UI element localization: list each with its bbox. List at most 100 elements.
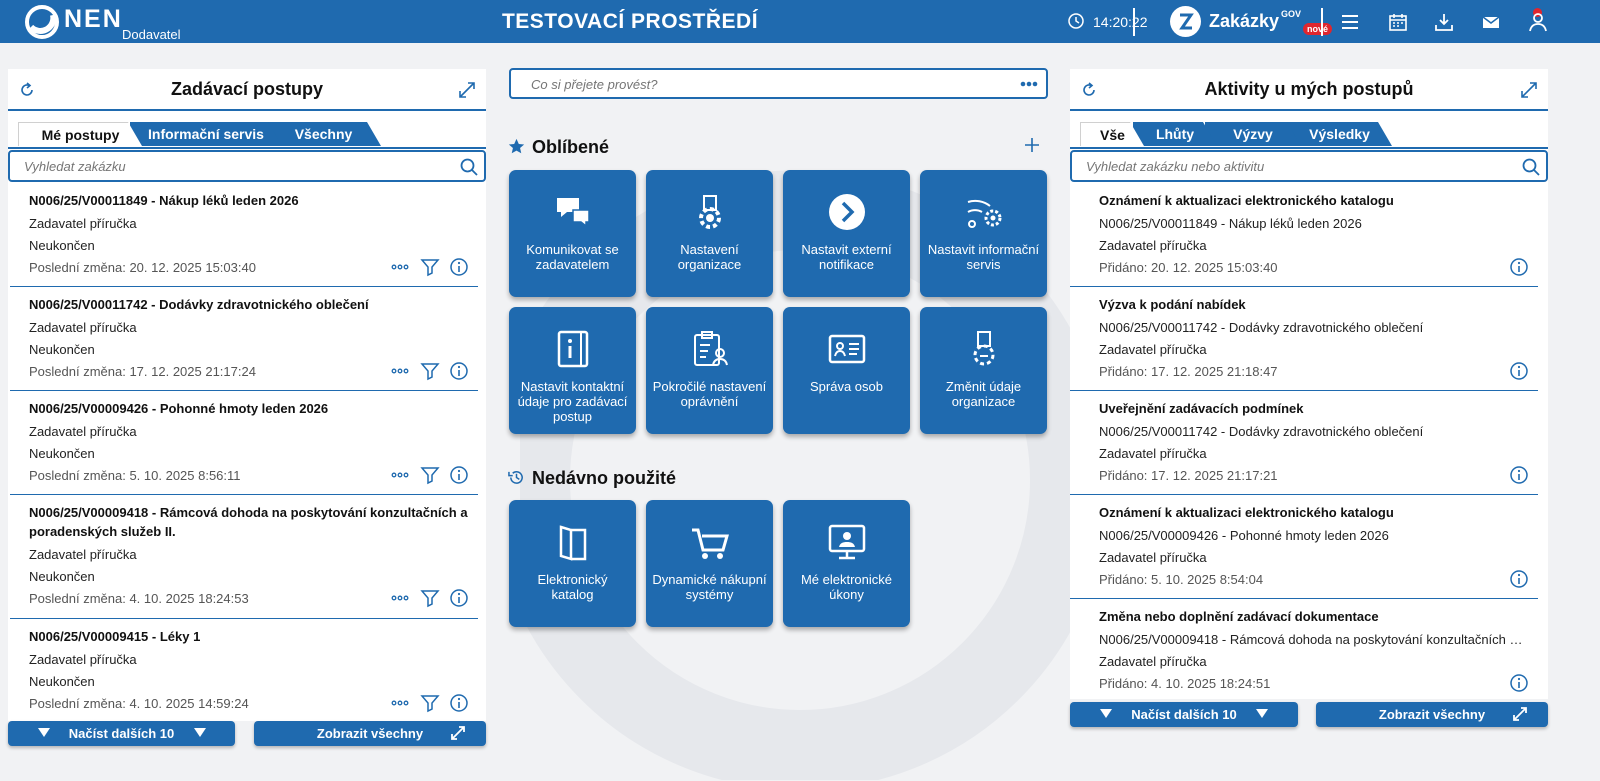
procurement-item[interactable]: N006/25/V00009415 - Léky 1 Zadavatel přír…: [10, 619, 478, 714]
tile-externi-notifikace[interactable]: Nastavit externí notifikace: [783, 170, 910, 297]
search-field[interactable]: [1070, 150, 1548, 182]
search-field[interactable]: [8, 150, 486, 182]
add-icon[interactable]: [1025, 138, 1039, 152]
item-added: Přidáno: 5. 10. 2025 8:54:04: [1099, 572, 1264, 587]
arrow-down-icon: [194, 728, 206, 737]
tile-kontaktni-udaje[interactable]: Nastavit kontaktní údaje pro zadávací po…: [509, 307, 636, 434]
tile-komunikovat[interactable]: Komunikovat se zadavatelem: [509, 170, 636, 297]
item-last-change: Poslední změna: 4. 10. 2025 14:59:24: [29, 696, 249, 711]
tile-me-elektronicke-ukony[interactable]: Mé elektronické úkony: [783, 500, 910, 627]
tile-sprava-osob[interactable]: Správa osob: [783, 307, 910, 434]
filter-icon[interactable]: [420, 465, 440, 485]
tab-vysledky[interactable]: Výsledky: [1287, 122, 1392, 146]
procurement-item[interactable]: N006/25/V00009426 - Pohonné hmoty leden …: [10, 391, 478, 495]
item-organization: Zadavatel příručka: [29, 320, 137, 335]
info-icon[interactable]: [1509, 673, 1529, 693]
clock-icon: [1068, 13, 1084, 29]
tile-dynamicke-nakupni-systemy[interactable]: Dynamické nákupní systémy: [646, 500, 773, 627]
search-input[interactable]: [1086, 159, 1486, 174]
info-icon[interactable]: [449, 361, 469, 381]
calendar-icon[interactable]: [1388, 12, 1408, 32]
filter-icon[interactable]: [420, 257, 440, 277]
expand-icon[interactable]: [1520, 81, 1538, 99]
filter-icon[interactable]: [420, 361, 440, 381]
tab-underline: [8, 147, 486, 149]
info-icon[interactable]: [449, 588, 469, 608]
more-icon[interactable]: [390, 588, 410, 608]
procurement-item[interactable]: N006/25/V00011742 - Dodávky zdravotnické…: [10, 287, 478, 391]
activity-item[interactable]: Výzva k podání nabídek N006/25/V00011742 …: [1070, 287, 1538, 391]
activity-item[interactable]: Uveřejnění zadávacích podmínek N006/25/V0…: [1070, 391, 1538, 495]
procurement-item[interactable]: N006/25/V00009418 - Rámcová dohoda na po…: [10, 495, 478, 619]
tab-vsechny[interactable]: Všechny: [266, 122, 381, 146]
menu-icon[interactable]: [1340, 12, 1360, 32]
more-icon[interactable]: [390, 465, 410, 485]
item-title[interactable]: Oznámení k aktualizaci elektronického ka…: [1099, 191, 1529, 210]
tab-vyzvy[interactable]: Výzvy: [1205, 122, 1301, 146]
tile-label: Nastavit kontaktní údaje pro zadávací po…: [517, 379, 628, 424]
info-icon[interactable]: [1509, 257, 1529, 277]
expand-icon: [1513, 707, 1527, 721]
procurement-item[interactable]: N006/25/V00011849 - Nákup léků leden 202…: [10, 183, 478, 287]
search-input[interactable]: [24, 159, 424, 174]
info-icon[interactable]: [449, 693, 469, 713]
activity-item[interactable]: Oznámení k aktualizaci elektronického ka…: [1070, 183, 1538, 287]
favorites-title: Oblíbené: [532, 137, 610, 157]
load-more-button[interactable]: Načíst dalších 10: [1070, 702, 1298, 727]
activity-item[interactable]: Oznámení k aktualizaci elektronického ka…: [1070, 495, 1538, 599]
tile-informacni-servis[interactable]: Nastavit informační servis: [920, 170, 1047, 297]
show-all-button[interactable]: Zobrazit všechny: [1316, 702, 1548, 727]
info-icon[interactable]: [449, 257, 469, 277]
id-card-icon: [828, 334, 866, 364]
item-title[interactable]: Oznámení k aktualizaci elektronického ka…: [1099, 503, 1529, 522]
item-title[interactable]: Výzva k podání nabídek: [1099, 295, 1529, 314]
mail-icon[interactable]: [1481, 12, 1501, 32]
tab-informacni-servis[interactable]: Informační servis: [130, 122, 282, 146]
command-search[interactable]: [509, 68, 1048, 99]
filter-icon[interactable]: [420, 588, 440, 608]
more-icon[interactable]: [390, 693, 410, 713]
item-title[interactable]: N006/25/V00011742 - Dodávky zdravotnické…: [29, 295, 469, 314]
command-input[interactable]: [531, 77, 991, 92]
user-icon[interactable]: [1528, 12, 1548, 32]
info-icon[interactable]: [1509, 569, 1529, 589]
tile-pokrocile-opravneni[interactable]: Pokročilé nastavení oprávnění: [646, 307, 773, 434]
tab-me-postupy[interactable]: Mé postupy: [18, 122, 142, 146]
zakazky-link[interactable]: Zakázky: [1209, 11, 1279, 32]
filter-icon[interactable]: [420, 693, 440, 713]
item-procedure: N006/25/V00009418 - Rámcová dohoda na po…: [1099, 632, 1529, 647]
tile-nastaveni-organizace[interactable]: Nastavení organizace: [646, 170, 773, 297]
tile-zmenit-udaje[interactable]: Změnit údaje organizace: [920, 307, 1047, 434]
more-icon[interactable]: [1020, 81, 1038, 87]
item-title[interactable]: Změna nebo doplnění zadávací dokumentace: [1099, 607, 1529, 626]
item-title[interactable]: N006/25/V00009415 - Léky 1: [29, 627, 469, 646]
activity-item[interactable]: Změna nebo doplnění zadávací dokumentace…: [1070, 599, 1538, 699]
more-icon[interactable]: [390, 257, 410, 277]
info-icon[interactable]: [449, 465, 469, 485]
search-icon[interactable]: [1522, 158, 1540, 176]
tile-label: Změnit údaje organizace: [945, 379, 1022, 409]
item-status: Neukončen: [29, 238, 95, 253]
divider: [1133, 8, 1135, 36]
search-icon[interactable]: [460, 158, 478, 176]
chevron-circle-icon: [829, 194, 865, 230]
info-icon[interactable]: [1509, 465, 1529, 485]
star-icon: [508, 138, 525, 154]
item-title[interactable]: N006/25/V00009418 - Rámcová dohoda na po…: [29, 503, 469, 541]
load-more-button[interactable]: Načíst dalších 10: [8, 721, 235, 746]
item-title[interactable]: N006/25/V00009426 - Pohonné hmoty leden …: [29, 399, 469, 418]
item-title[interactable]: Uveřejnění zadávacích podmínek: [1099, 399, 1529, 418]
more-icon[interactable]: [390, 361, 410, 381]
show-all-button[interactable]: Zobrazit všechny: [254, 721, 486, 746]
info-book-icon: [557, 330, 589, 368]
info-icon[interactable]: [1509, 361, 1529, 381]
tile-elektronicky-katalog[interactable]: Elektronický katalog: [509, 500, 636, 627]
zakazky-logo-icon[interactable]: [1170, 6, 1201, 37]
item-organization: Zadavatel příručka: [1099, 446, 1207, 461]
tab-lhuty[interactable]: Lhůty: [1133, 122, 1217, 146]
expand-icon[interactable]: [458, 81, 476, 99]
history-icon: [508, 471, 523, 484]
download-icon[interactable]: [1434, 12, 1454, 32]
recent-title: Nedávno použité: [532, 468, 677, 488]
item-title[interactable]: N006/25/V00011849 - Nákup léků leden 202…: [29, 191, 469, 210]
